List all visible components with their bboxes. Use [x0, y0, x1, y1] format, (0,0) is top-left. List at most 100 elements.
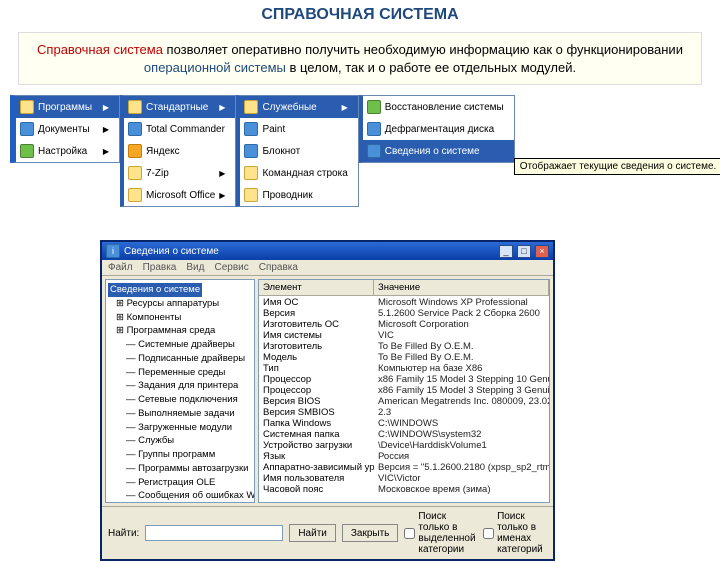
cell-value: VIC\Victor [374, 473, 549, 484]
list-row[interactable]: ЯзыкРоссия [259, 451, 549, 462]
program-icon [367, 100, 381, 114]
menu-item[interactable]: Документы▶ [16, 118, 119, 140]
list-row[interactable]: Процессорx86 Family 15 Model 3 Stepping … [259, 385, 549, 396]
list-row[interactable]: Системная папкаC:\WINDOWS\system32 [259, 429, 549, 440]
menu-item[interactable]: Командная строка [240, 162, 357, 184]
menu-item[interactable]: Настройка▶ [16, 140, 119, 162]
maximize-button[interactable]: □ [517, 245, 531, 258]
menu-item[interactable]: Восстановление системы [363, 96, 514, 118]
list-row[interactable]: ИзготовительTo Be Filled By O.E.M. [259, 341, 549, 352]
menu-item-label: Программы [38, 102, 92, 113]
menu-item[interactable]: Яндекс [124, 140, 235, 162]
submenu-arrow-icon: ▶ [219, 169, 225, 178]
list-row[interactable]: Имя системыVIC [259, 330, 549, 341]
cell-value: VIC [374, 330, 549, 341]
window-content: Сведения о системе⊞ Ресурсы аппаратуры⊞ … [102, 276, 553, 506]
tree-node[interactable]: Сведения о системе [108, 283, 252, 297]
menu-bar: Файл Правка Вид Сервис Справка [102, 260, 553, 276]
list-row[interactable]: Аппаратно-зависимый уровеньВерсия = "5.1… [259, 462, 549, 473]
list-row[interactable]: ТипКомпьютер на базе X86 [259, 363, 549, 374]
program-icon [128, 166, 142, 180]
minimize-button[interactable]: _ [499, 245, 513, 258]
menu-item[interactable]: Сведения о системеОтображает текущие све… [363, 140, 514, 162]
menubar-item[interactable]: Вид [186, 262, 204, 273]
col-header-value[interactable]: Значение [374, 280, 549, 295]
cell-element: Процессор [259, 374, 374, 385]
menubar-item[interactable]: Правка [143, 262, 177, 273]
close-find-button[interactable]: Закрыть [342, 524, 399, 542]
tree-node[interactable]: — Переменные среды [108, 366, 252, 380]
tree-node[interactable]: — Выполняемые задачи [108, 407, 252, 421]
cell-value: Компьютер на базе X86 [374, 363, 549, 374]
cb-selected-category[interactable] [404, 528, 415, 539]
list-row[interactable]: Имя пользователяVIC\Victor [259, 473, 549, 484]
menu-item[interactable]: Microsoft Office▶ [124, 184, 235, 206]
list-row[interactable]: Часовой поясМосковское время (зима) [259, 484, 549, 495]
menu-item-label: Блокнот [262, 146, 300, 157]
tree-node[interactable]: — Подписанные драйверы [108, 352, 252, 366]
menu-item-label: 7-Zip [146, 168, 169, 179]
menubar-item[interactable]: Файл [108, 262, 133, 273]
cell-value: x86 Family 15 Model 3 Stepping 3 Genuine… [374, 385, 549, 396]
find-button[interactable]: Найти [289, 524, 336, 542]
list-row[interactable]: МодельTo Be Filled By O.E.M. [259, 352, 549, 363]
cb-category-names[interactable] [483, 528, 494, 539]
program-icon [20, 144, 34, 158]
tree-node[interactable]: — Регистрация OLE [108, 476, 252, 490]
tree-node[interactable]: — Сетевые подключения [108, 393, 252, 407]
cb-category-names-label: Поиск только в именах категорий [497, 511, 547, 555]
program-icon [367, 144, 381, 158]
list-row[interactable]: Версия SMBIOS2.3 [259, 407, 549, 418]
list-row[interactable]: Изготовитель ОСMicrosoft Corporation [259, 319, 549, 330]
tree-node[interactable]: — Сообщения об ошибках Windows [108, 489, 252, 503]
tree-node[interactable]: — Задания для принтера [108, 379, 252, 393]
cell-element: Устройство загрузки [259, 440, 374, 451]
menubar-item[interactable]: Сервис [214, 262, 248, 273]
list-row[interactable]: Устройство загрузки\Device\HarddiskVolum… [259, 440, 549, 451]
menu-item[interactable]: Блокнот [240, 140, 357, 162]
menu-item[interactable]: Программы▶ [16, 96, 119, 118]
submenu-arrow-icon: ▶ [219, 191, 225, 200]
find-input[interactable] [145, 525, 283, 541]
list-row[interactable]: Версия BIOSAmerican Megatrends Inc. 0800… [259, 396, 549, 407]
close-button[interactable]: × [535, 245, 549, 258]
menubar-item[interactable]: Справка [259, 262, 298, 273]
menu-item[interactable]: Проводник [240, 184, 357, 206]
tree-node[interactable]: ⊞ Программная среда [108, 324, 252, 338]
submenu-arrow-icon: ▶ [219, 103, 225, 112]
list-row[interactable]: Версия5.1.2600 Service Pack 2 Сборка 260… [259, 308, 549, 319]
titlebar[interactable]: i Сведения о системе _ □ × [102, 242, 553, 260]
menu-item[interactable]: Дефрагментация диска [363, 118, 514, 140]
list-row[interactable]: Папка WindowsC:\WINDOWS [259, 418, 549, 429]
menu-column-2: Стандартные▶Total CommanderЯндекс7-Zip▶M… [120, 95, 236, 207]
list-row[interactable]: Имя ОСMicrosoft Windows XP Professional [259, 297, 549, 308]
details-list[interactable]: Элемент Значение Имя ОСMicrosoft Windows… [258, 279, 550, 503]
window-title: Сведения о системе [124, 246, 495, 257]
tree-node[interactable]: — Службы [108, 434, 252, 448]
menu-item[interactable]: Служебные▶ [240, 96, 357, 118]
cell-value: Московское время (зима) [374, 484, 549, 495]
cell-value: Версия = "5.1.2600.2180 (xpsp_sp2_rtm.04… [374, 462, 549, 473]
col-header-element[interactable]: Элемент [259, 280, 374, 295]
menu-item[interactable]: Paint [240, 118, 357, 140]
category-tree[interactable]: Сведения о системе⊞ Ресурсы аппаратуры⊞ … [105, 279, 255, 503]
tree-node[interactable]: — Программы автозагрузки [108, 462, 252, 476]
menu-item-label: Сведения о системе [385, 146, 480, 157]
tree-node[interactable]: — Системные драйверы [108, 338, 252, 352]
tree-node[interactable]: ⊞ Компоненты [108, 311, 252, 325]
menu-item[interactable]: Стандартные▶ [124, 96, 235, 118]
intro-accent-2: операционной системы [144, 60, 286, 75]
list-row[interactable]: Процессорx86 Family 15 Model 3 Stepping … [259, 374, 549, 385]
program-icon [128, 100, 142, 114]
tree-node[interactable]: ⊞ Ресурсы аппаратуры [108, 297, 252, 311]
cell-element: Тип [259, 363, 374, 374]
cell-value: American Megatrends Inc. 080009, 23.02.2… [374, 396, 549, 407]
menu-column-4: Восстановление системыДефрагментация дис… [359, 95, 515, 163]
tree-node[interactable]: — Группы программ [108, 448, 252, 462]
tree-node[interactable]: — Загруженные модули [108, 421, 252, 435]
cell-element: Изготовитель [259, 341, 374, 352]
cell-element: Версия [259, 308, 374, 319]
menu-item[interactable]: 7-Zip ▶ [124, 162, 235, 184]
menu-item[interactable]: Total Commander [124, 118, 235, 140]
cell-value: To Be Filled By O.E.M. [374, 352, 549, 363]
